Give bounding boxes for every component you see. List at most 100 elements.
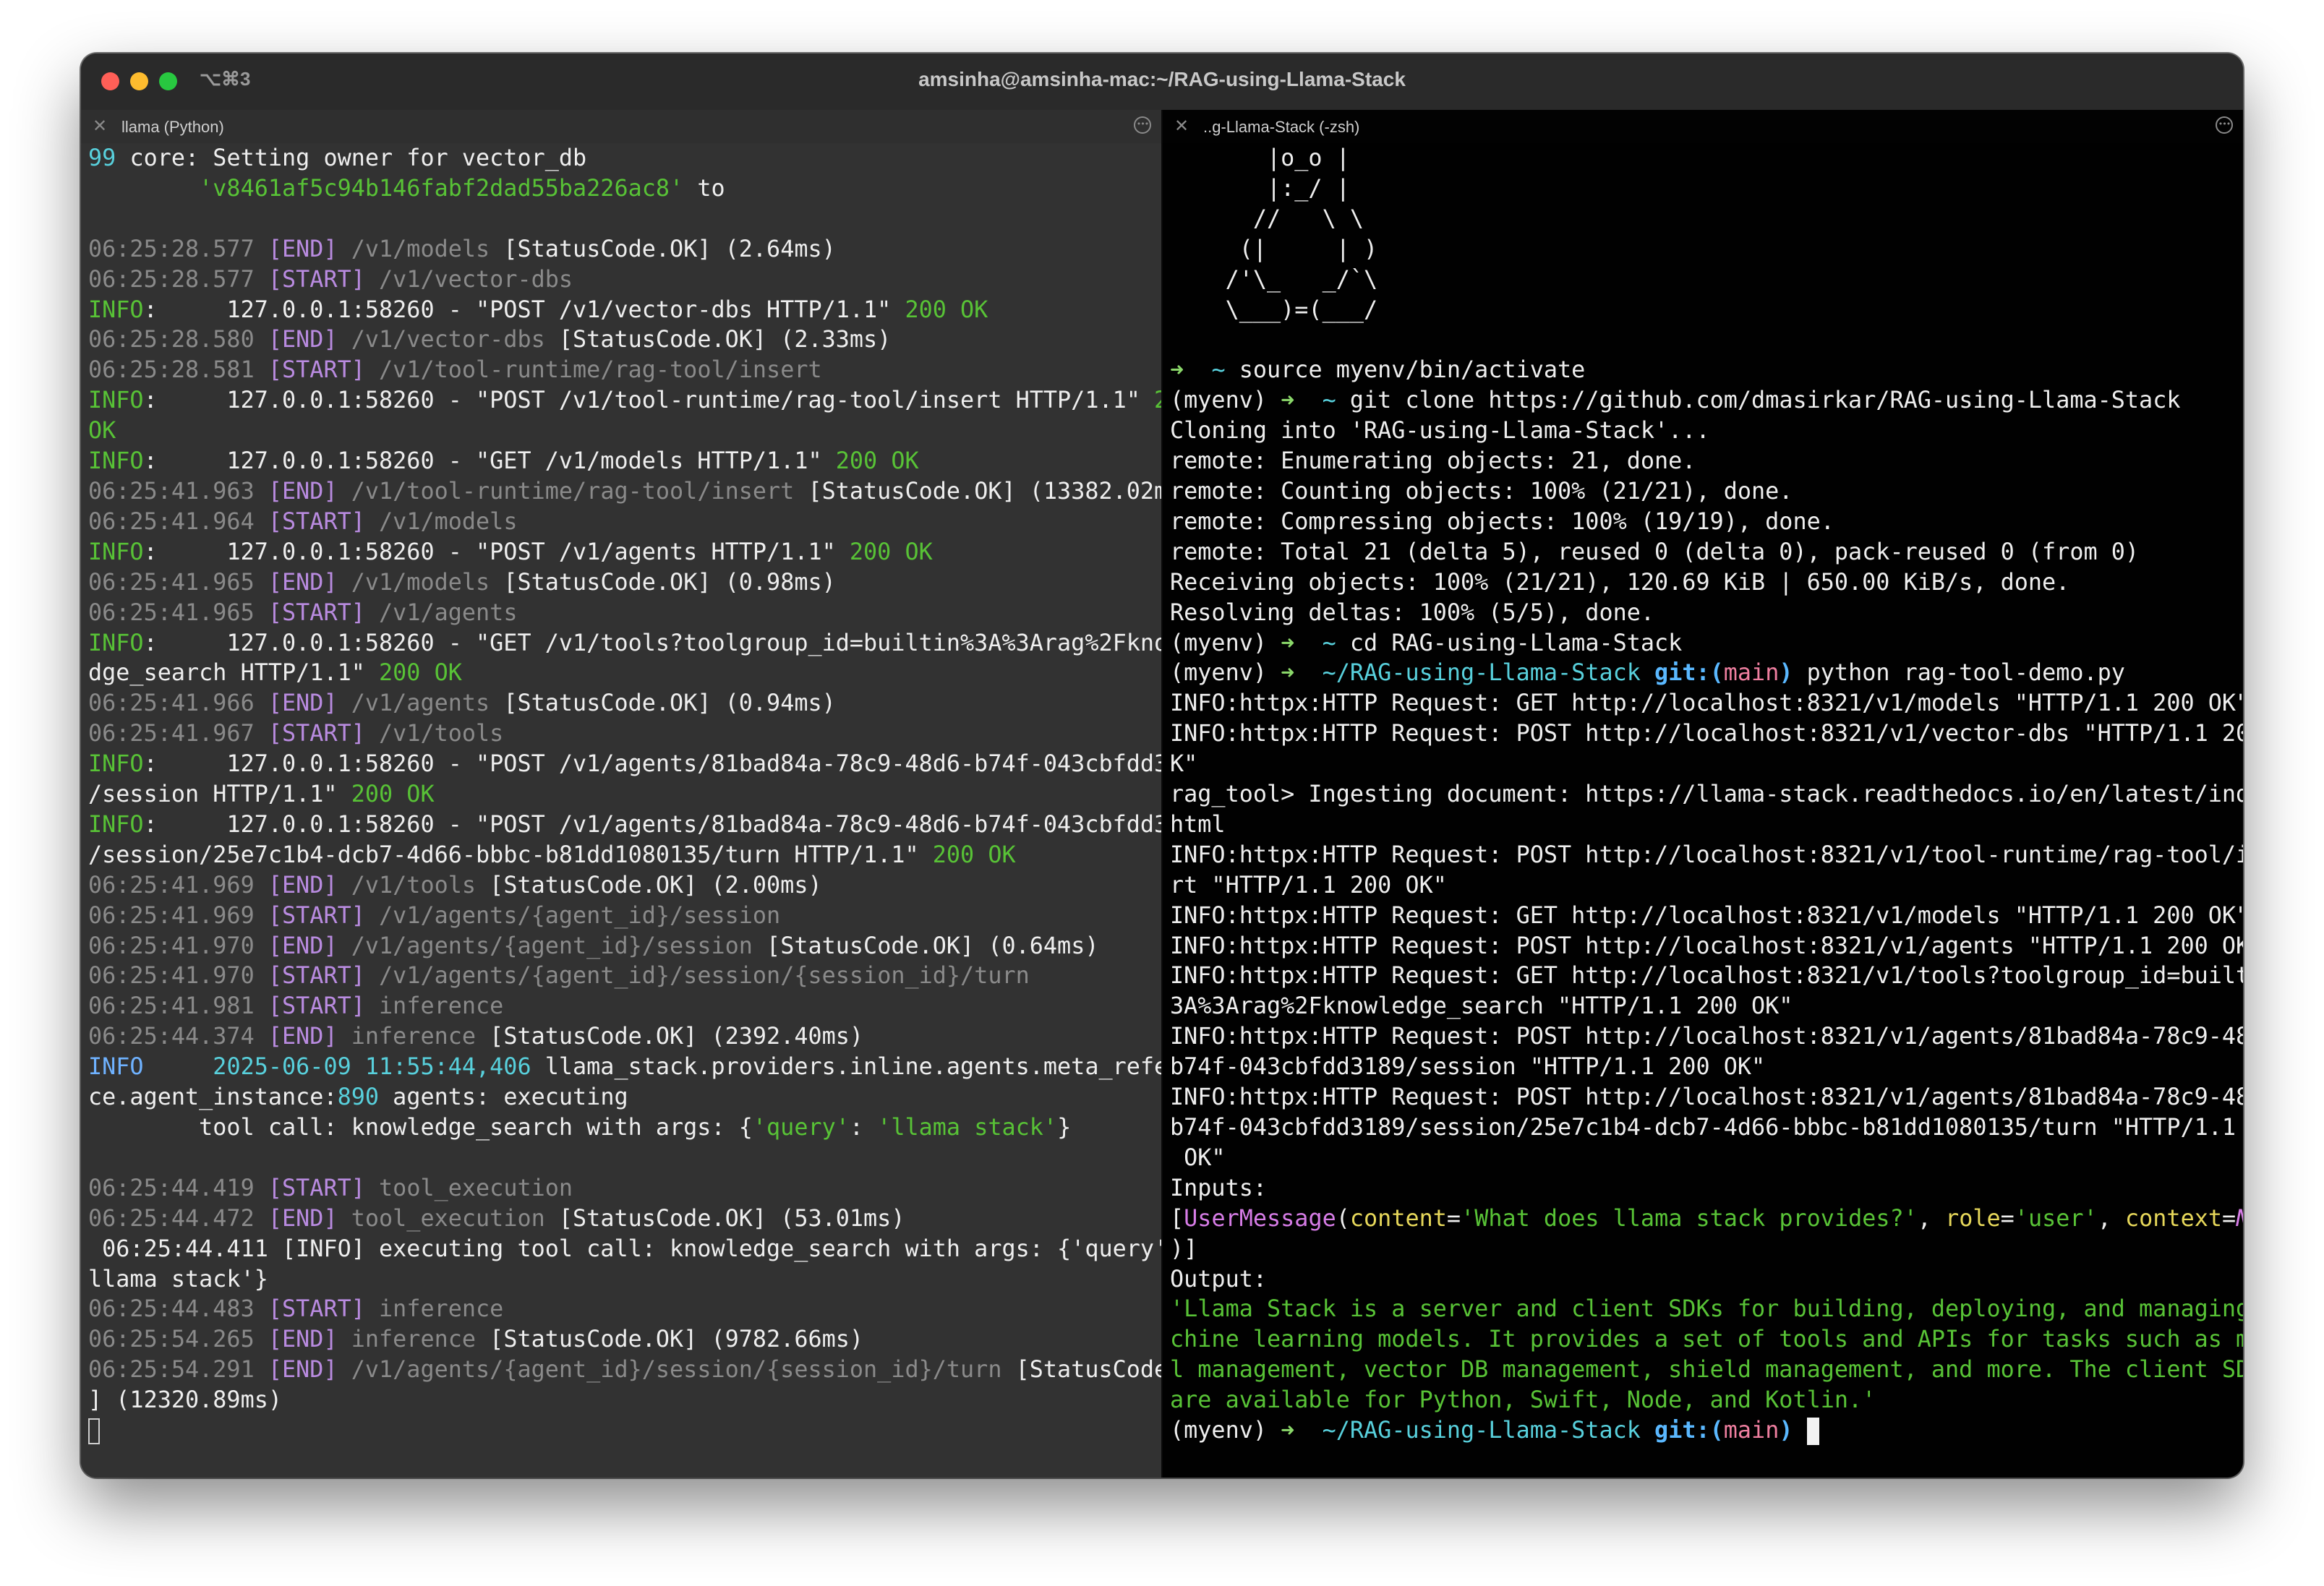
terminal-text: ~ [1294, 387, 1350, 414]
terminal-line: 06:25:41.969 [START] /v1/agents/{agent_i… [88, 901, 1157, 931]
terminal-text: 06:25:41.970 [88, 932, 268, 959]
terminal-line: INFO: 127.0.0.1:58260 - "POST /v1/tool-r… [88, 385, 1161, 416]
terminal-text: : 127.0.0.1:58260 - "POST /v1/tool-runti… [143, 387, 1155, 414]
terminal-text: html [1170, 810, 1226, 838]
terminal-text: are available for Python, Swift, Node, a… [1170, 1386, 1876, 1414]
terminal-text: 'What does llama stack provides?' [1461, 1204, 1918, 1232]
terminal-text: main [1723, 1417, 1780, 1444]
terminal-text: git clone https://github.com/dmasirkar/R… [1349, 387, 2181, 414]
terminal-text: /session/25e7c1b4-dcb7-4d66-bbbc-b81dd10… [88, 841, 933, 868]
terminal-text: [END] [268, 477, 338, 505]
close-icon[interactable]: ✕ [1174, 116, 1189, 136]
terminal-text: tool_execution [337, 1204, 559, 1232]
terminal-text: dge_search HTTP/1.1" [88, 659, 380, 687]
terminal-line: |:_/ | [1170, 173, 2239, 204]
terminal-line: html [1170, 810, 2239, 840]
terminal-text: Receiving objects: 100% (21/21), 120.69 … [1170, 568, 2070, 596]
terminal-text: [StatusCode.OK] (0.98ms) [503, 568, 836, 596]
terminal-text: ➜ [1281, 387, 1295, 414]
terminal-text: INFO:httpx:HTTP Request: GET http://loca… [1170, 690, 2243, 717]
terminal-line: INFO:httpx:HTTP Request: POST http://loc… [1170, 1021, 2243, 1052]
terminal-text: cd RAG-using-Llama-Stack [1349, 629, 1683, 656]
terminal-line: rt "HTTP/1.1 200 OK" [1170, 870, 2239, 901]
right-pane-tab-label: ..g-Llama-Stack (-zsh) [1203, 118, 1360, 136]
more-options-icon[interactable]: ••• [1134, 116, 1151, 134]
terminal-line: [UserMessage(content='What does llama st… [1170, 1204, 2243, 1234]
terminal-line: Cloning into 'RAG-using-Llama-Stack'... [1170, 416, 2239, 446]
terminal-text: ( [1336, 1204, 1350, 1232]
terminal-text: ce.agent_instance: [88, 1084, 338, 1111]
terminal-text: 06:25:41.969 [88, 901, 268, 929]
terminal-line: ce.agent_instance:890 agents: executing [88, 1082, 1157, 1113]
terminal-text: 06:25:41.981 [88, 993, 268, 1020]
left-pane-tab[interactable]: ✕ llama (Python) ••• [81, 110, 1161, 143]
terminal-line: /session HTTP/1.1" 200 OK [88, 779, 1157, 810]
terminal-text: /v1/agents/{agent_id}/session [337, 932, 767, 959]
terminal-text: INFO [88, 447, 144, 475]
terminal-text: [START] [268, 265, 365, 293]
terminal-text: Cloning into 'RAG-using-Llama-Stack'... [1170, 417, 1710, 445]
terminal-text: )] [1170, 1235, 1198, 1262]
terminal-line: 'Llama Stack is a server and client SDKs… [1170, 1294, 2243, 1324]
terminal-text: [END] [268, 235, 338, 262]
terminal-line: INFO: 127.0.0.1:58260 - "GET /v1/tools?t… [88, 628, 1161, 659]
terminal-text: [END] [268, 871, 338, 899]
more-options-icon[interactable]: ••• [2216, 116, 2233, 134]
terminal-text: INFO [88, 296, 144, 323]
terminal-text: context [2125, 1204, 2223, 1232]
terminal-line: INFO:httpx:HTTP Request: GET http://loca… [1170, 688, 2243, 719]
terminal-line: 06:25:44.411 [INFO] executing tool call:… [88, 1234, 1161, 1264]
terminal-text: /v1/tool-runtime/rag-tool/insert [337, 477, 808, 505]
terminal-text: /v1/agents/{agent_id}/session [364, 901, 781, 929]
terminal-line: b74f-043cbfdd3189/session "HTTP/1.1 200 … [1170, 1052, 2239, 1082]
terminal-text: INFO [88, 629, 144, 656]
terminal-line: l management, vector DB management, shie… [1170, 1355, 2243, 1385]
terminal-text: [END] [268, 690, 338, 717]
terminal-line: INFO: 127.0.0.1:58260 - "POST /v1/agents… [88, 537, 1157, 567]
window-title: amsinha@amsinha-mac:~/RAG-using-Llama-St… [918, 68, 1406, 90]
terminal-text: 06:25:41.970 [88, 962, 268, 990]
terminal-text: 06:25:41.966 [88, 690, 268, 717]
terminal-text: 'query' [752, 1114, 850, 1141]
terminal-line: 06:25:41.981 [START] inference [88, 991, 1157, 1021]
terminal-line: INFO:httpx:HTTP Request: GET http://loca… [1170, 961, 2243, 991]
terminal-text: core: Setting owner for vector_db [116, 145, 587, 171]
right-terminal-output[interactable]: |o_o | |:_/ | // \ \ (| | ) /'\_ _/`\ \_… [1170, 143, 2243, 1446]
terminal-line: 06:25:28.581 [START] /v1/tool-runtime/ra… [88, 355, 1157, 385]
terminal-text: 06:25:41.967 [88, 720, 268, 747]
terminal-text: b74f-043cbfdd3189/session "HTTP/1.1 200 … [1170, 1053, 1766, 1081]
terminal-line: INFO:httpx:HTTP Request: POST http://loc… [1170, 931, 2243, 961]
left-terminal-pane[interactable]: ✕ llama (Python) ••• 99 core: Setting ow… [81, 110, 1161, 1478]
terminal-text: INFO [88, 538, 144, 565]
close-icon[interactable]: ✕ [93, 116, 107, 136]
left-terminal-output[interactable]: 99 core: Setting owner for vector_db 'v8… [88, 143, 1161, 1446]
terminal-text: ➜ [1281, 659, 1295, 687]
terminal-text: source myenv/bin/activate [1239, 356, 1586, 384]
terminal-text: 06:25:41.965 [88, 568, 268, 596]
terminal-text: /v1/models [337, 568, 504, 596]
terminal-text: : 127.0.0.1:58260 - "GET /v1/models HTTP… [143, 447, 836, 475]
terminal-text: b74f-043cbfdd3189/session/25e7c1b4-dcb7-… [1170, 1114, 2243, 1141]
right-pane-tab[interactable]: ✕ ..g-Llama-Stack (-zsh) ••• [1163, 110, 2243, 143]
terminal-text: 06:25:41.969 [88, 871, 268, 899]
terminal-text: (myenv) [1170, 629, 1281, 656]
terminal-text: [START] [268, 993, 365, 1020]
terminal-line: \___)=(___/ [1170, 295, 2239, 325]
terminal-text: 06:25:28.577 [88, 235, 268, 262]
terminal-text: /v1/agents/{agent_id}/session/{session_i… [337, 1356, 1016, 1384]
terminal-line: INFO: 127.0.0.1:58260 - "GET /v1/models … [88, 446, 1157, 476]
terminal-text: [START] [268, 356, 365, 384]
terminal-text: /v1/tools [364, 720, 504, 747]
right-terminal-pane[interactable]: ✕ ..g-Llama-Stack (-zsh) ••• |o_o | |:_/… [1163, 110, 2243, 1478]
terminal-text: OK [88, 417, 116, 445]
text-cursor [88, 1418, 100, 1445]
terminal-text: INFO:httpx:HTTP Request: GET http://loca… [1170, 962, 2243, 990]
terminal-line: 06:25:28.580 [END] /v1/vector-dbs [Statu… [88, 325, 1157, 355]
terminal-text: } [1057, 1114, 1072, 1141]
terminal-text: INFO:httpx:HTTP Request: POST http://loc… [1170, 932, 2243, 959]
terminal-text: ➜ [1281, 1417, 1295, 1444]
terminal-line: 06:25:41.965 [START] /v1/agents [88, 598, 1157, 628]
terminal-line: 06:25:44.483 [START] inference [88, 1294, 1157, 1324]
left-pane-tab-label: llama (Python) [121, 118, 224, 136]
text-cursor [1806, 1418, 1819, 1446]
